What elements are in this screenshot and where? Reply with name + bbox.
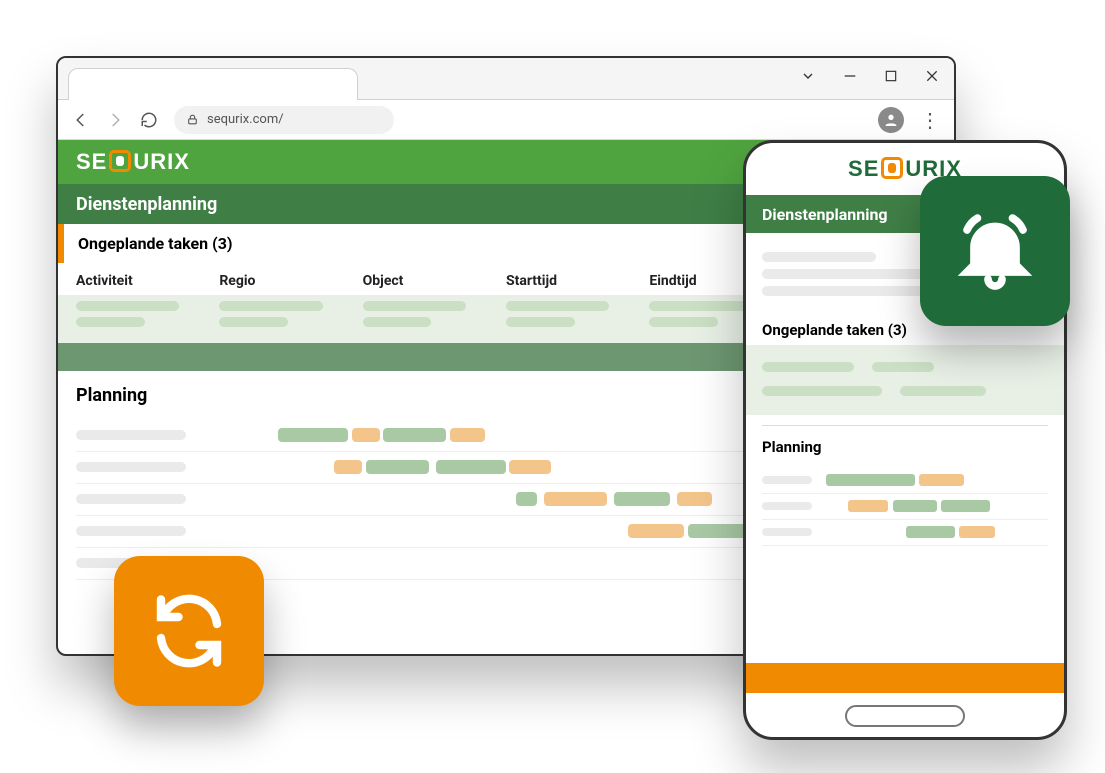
gantt-segment[interactable] bbox=[516, 492, 537, 506]
gantt-row-label bbox=[76, 526, 186, 536]
maximize-icon[interactable] bbox=[884, 69, 898, 83]
gantt-row-label bbox=[762, 476, 812, 484]
gantt-row-label bbox=[762, 528, 812, 536]
mobile-unplanned-row[interactable] bbox=[746, 345, 1064, 415]
gantt-segment[interactable] bbox=[383, 428, 446, 442]
sync-icon bbox=[147, 589, 231, 673]
gantt-segment[interactable] bbox=[366, 460, 429, 474]
gantt-segment[interactable] bbox=[826, 474, 915, 486]
gantt-row-label bbox=[76, 462, 186, 472]
gantt-segment[interactable] bbox=[628, 524, 684, 538]
gantt-segment[interactable] bbox=[677, 492, 712, 506]
mobile-planning-heading: Planning bbox=[746, 426, 1064, 462]
browser-menu-icon[interactable]: ⋮ bbox=[920, 110, 940, 130]
browser-titlebar bbox=[58, 58, 954, 100]
profile-avatar-icon[interactable] bbox=[878, 107, 904, 133]
gantt-segment[interactable] bbox=[436, 460, 506, 474]
chevron-down-icon[interactable] bbox=[800, 68, 816, 84]
browser-tab[interactable] bbox=[68, 68, 358, 100]
close-icon[interactable] bbox=[924, 68, 940, 84]
gantt-row-label bbox=[762, 502, 812, 510]
url-text: sequrix.com/ bbox=[207, 112, 284, 127]
bell-icon bbox=[953, 209, 1037, 293]
gantt-row[interactable] bbox=[762, 494, 1048, 520]
sync-badge bbox=[114, 556, 264, 706]
lock-icon bbox=[186, 113, 199, 126]
gantt-segment[interactable] bbox=[450, 428, 485, 442]
gantt-row[interactable] bbox=[762, 520, 1048, 546]
gantt-row-label bbox=[76, 494, 186, 504]
browser-address-bar: sequrix.com/ ⋮ bbox=[58, 100, 954, 140]
gantt-segment[interactable] bbox=[509, 460, 551, 474]
forward-icon[interactable] bbox=[106, 111, 124, 129]
mobile-gantt-chart bbox=[746, 462, 1064, 546]
col-activiteit: Activiteit bbox=[76, 273, 219, 289]
mobile-bottom-bar[interactable] bbox=[746, 663, 1064, 693]
gantt-row-label bbox=[76, 430, 186, 440]
gantt-segment[interactable] bbox=[893, 500, 937, 512]
mobile-home-button[interactable] bbox=[845, 705, 965, 727]
gantt-segment[interactable] bbox=[906, 526, 955, 538]
reload-icon[interactable] bbox=[140, 111, 158, 129]
gantt-segment[interactable] bbox=[688, 524, 751, 538]
gantt-segment[interactable] bbox=[352, 428, 380, 442]
gantt-segment[interactable] bbox=[544, 492, 607, 506]
minimize-icon[interactable] bbox=[842, 68, 858, 84]
gantt-segment[interactable] bbox=[848, 500, 888, 512]
back-icon[interactable] bbox=[72, 111, 90, 129]
gantt-segment[interactable] bbox=[919, 474, 963, 486]
gantt-segment[interactable] bbox=[941, 500, 990, 512]
gantt-segment[interactable] bbox=[959, 526, 995, 538]
gantt-segment[interactable] bbox=[334, 460, 362, 474]
gantt-segment[interactable] bbox=[278, 428, 348, 442]
gantt-row[interactable] bbox=[762, 468, 1048, 494]
col-object: Object bbox=[363, 273, 506, 289]
col-regio: Regio bbox=[219, 273, 362, 289]
gantt-segment[interactable] bbox=[614, 492, 670, 506]
notification-badge bbox=[920, 176, 1070, 326]
url-field[interactable]: sequrix.com/ bbox=[174, 106, 394, 134]
brand-logo: SEURIX bbox=[76, 149, 190, 175]
col-starttijd: Starttijd bbox=[506, 273, 649, 289]
